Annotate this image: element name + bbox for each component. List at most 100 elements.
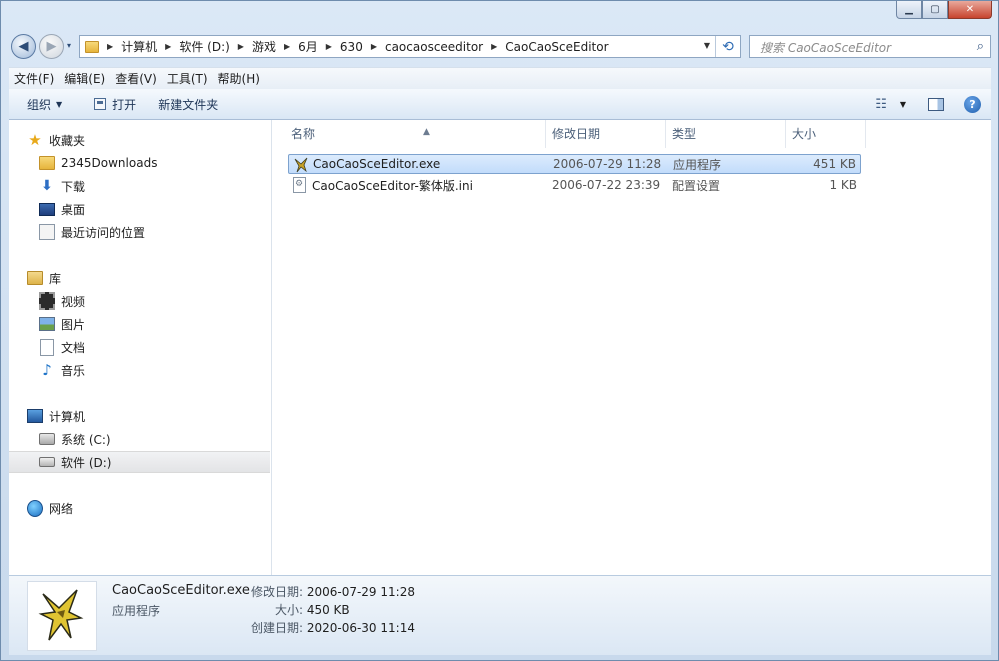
chevron-right-icon[interactable]: ▶ bbox=[371, 42, 377, 51]
forward-button[interactable]: ▶ bbox=[39, 34, 64, 59]
sidebar-group-label: 网络 bbox=[49, 501, 74, 516]
recent-pages-dropdown[interactable]: ▾ bbox=[67, 41, 71, 50]
organize-button[interactable]: 组织 ▼ bbox=[21, 93, 68, 116]
chevron-right-icon[interactable]: ▶ bbox=[284, 42, 290, 51]
details-file-type: 应用程序 bbox=[112, 604, 161, 618]
minimize-button[interactable]: ▁ bbox=[896, 1, 922, 19]
column-header-label: 大小 bbox=[792, 127, 817, 141]
details-size-label: 大小: bbox=[274, 603, 303, 617]
star-icon: ★ bbox=[28, 131, 42, 149]
back-button[interactable]: ◀ bbox=[11, 34, 36, 59]
sidebar-item-videos[interactable]: 视频 bbox=[9, 290, 300, 312]
column-header-label: 名称 bbox=[291, 127, 316, 141]
sidebar-item-pictures[interactable]: 图片 bbox=[9, 313, 300, 335]
details-modified-label: 修改日期: bbox=[250, 585, 303, 599]
sort-ascending-icon: ▲ bbox=[423, 127, 430, 137]
details-created-label: 创建日期: bbox=[250, 621, 303, 635]
sidebar-group-network[interactable]: 网络 bbox=[9, 497, 288, 519]
title-bar: ▁ ▢ ✕ bbox=[1, 1, 998, 31]
chevron-right-icon[interactable]: ▶ bbox=[107, 42, 113, 51]
chevron-right-icon[interactable]: ▶ bbox=[491, 42, 497, 51]
chevron-right-icon[interactable]: ▶ bbox=[165, 42, 171, 51]
breadcrumb-item-computer[interactable]: 计算机 bbox=[121, 38, 157, 55]
new-folder-button[interactable]: 新建文件夹 bbox=[152, 93, 224, 116]
breadcrumb-item-drive-d[interactable]: 软件 (D:) bbox=[179, 38, 229, 55]
sidebar-item-label: 文档 bbox=[61, 340, 86, 355]
maximize-button[interactable]: ▢ bbox=[922, 1, 948, 19]
chevron-down-icon: ▼ bbox=[56, 99, 63, 109]
column-header-type[interactable]: 类型 bbox=[666, 120, 786, 148]
sidebar-item-downloads[interactable]: ⬇ 下载 bbox=[9, 175, 300, 197]
details-modified: 修改日期: 2006-07-29 11:28 bbox=[247, 583, 415, 600]
file-row[interactable]: CaoCaoSceEditor-繁体版.ini 2006-07-22 23:39… bbox=[288, 175, 861, 195]
sidebar-group-label: 收藏夹 bbox=[49, 133, 86, 148]
command-bar: 组织 ▼ 打开 新建文件夹 ☷ ▼ ? bbox=[9, 89, 991, 120]
details-file-name: CaoCaoSceEditor.exe bbox=[112, 583, 250, 598]
sidebar-item-desktop[interactable]: 桌面 bbox=[9, 198, 300, 220]
drive-icon bbox=[39, 457, 55, 467]
details-size: 大小: 450 KB bbox=[247, 601, 350, 618]
sidebar-group-favorites[interactable]: ★ 收藏夹 bbox=[9, 129, 288, 151]
sidebar-item-drive-d[interactable]: 软件 (D:) bbox=[9, 451, 270, 473]
change-view-icon[interactable]: ☷ bbox=[875, 97, 887, 112]
open-button[interactable]: 打开 bbox=[88, 93, 142, 116]
video-icon bbox=[39, 292, 55, 310]
folder-icon bbox=[39, 156, 55, 170]
column-header-size[interactable]: 大小 bbox=[786, 120, 866, 148]
menu-edit[interactable]: 编辑(E) bbox=[59, 70, 110, 87]
address-history-dropdown[interactable]: ▼ bbox=[704, 41, 710, 50]
breadcrumb-item-630[interactable]: 630 bbox=[340, 40, 363, 54]
sidebar-item-2345downloads[interactable]: 2345Downloads bbox=[9, 152, 300, 174]
search-icon[interactable]: ⌕ bbox=[977, 39, 984, 54]
help-icon[interactable]: ? bbox=[964, 95, 981, 113]
breadcrumb-item-current[interactable]: CaoCaoSceEditor bbox=[505, 40, 608, 54]
sidebar-group-label: 计算机 bbox=[49, 409, 86, 424]
breadcrumb: 计算机 ▶ 软件 (D:) ▶ 游戏 ▶ 6月 ▶ 630 ▶ caocaosc… bbox=[121, 38, 608, 55]
chevron-right-icon[interactable]: ▶ bbox=[238, 42, 244, 51]
details-pane: CaoCaoSceEditor.exe 应用程序 修改日期: 2006-07-2… bbox=[9, 575, 991, 655]
file-row[interactable]: CaoCaoSceEditor.exe 2006-07-29 11:28 应用程… bbox=[288, 154, 861, 174]
new-folder-label: 新建文件夹 bbox=[158, 97, 219, 112]
recent-places-icon bbox=[39, 224, 55, 240]
column-headers: 名称 ▲ 修改日期 类型 大小 bbox=[272, 120, 991, 148]
sidebar-group-libraries[interactable]: 库 bbox=[9, 267, 288, 289]
address-bar[interactable]: ▶ 计算机 ▶ 软件 (D:) ▶ 游戏 ▶ 6月 ▶ 630 ▶ caocao… bbox=[79, 35, 741, 58]
breadcrumb-item-caocaosceeditor[interactable]: caocaosceeditor bbox=[385, 40, 483, 54]
sidebar-item-drive-c[interactable]: 系统 (C:) bbox=[9, 428, 300, 450]
sidebar-item-documents[interactable]: 文档 bbox=[9, 336, 300, 358]
menu-tools[interactable]: 工具(T) bbox=[162, 70, 213, 87]
column-header-label: 类型 bbox=[672, 127, 697, 141]
app-icon bbox=[38, 589, 84, 641]
column-header-modified[interactable]: 修改日期 bbox=[546, 120, 666, 148]
column-header-label: 修改日期 bbox=[552, 127, 601, 141]
chevron-right-icon[interactable]: ▶ bbox=[326, 42, 332, 51]
menu-help[interactable]: 帮助(H) bbox=[213, 70, 265, 87]
open-icon bbox=[94, 98, 107, 110]
menu-file[interactable]: 文件(F) bbox=[9, 70, 59, 87]
sidebar-group-computer[interactable]: 计算机 bbox=[9, 405, 288, 427]
open-label: 打开 bbox=[112, 97, 137, 112]
libraries-icon bbox=[27, 271, 43, 285]
file-list: 名称 ▲ 修改日期 类型 大小 CaoCaoSceEditor.exe 2006… bbox=[272, 120, 991, 575]
sidebar-item-label: 2345Downloads bbox=[61, 156, 158, 170]
sidebar-item-label: 软件 (D:) bbox=[61, 455, 112, 470]
music-note-icon: ♪ bbox=[42, 361, 52, 379]
refresh-button[interactable]: ⟲ bbox=[715, 36, 740, 57]
toolbar-right: ☷ ▼ ? bbox=[875, 89, 981, 119]
preview-pane-icon[interactable] bbox=[928, 97, 944, 111]
breadcrumb-item-june[interactable]: 6月 bbox=[298, 38, 318, 55]
sidebar-item-recent-places[interactable]: 最近访问的位置 bbox=[9, 221, 300, 243]
chevron-down-icon[interactable]: ▼ bbox=[900, 100, 906, 109]
close-button[interactable]: ✕ bbox=[948, 1, 992, 19]
sidebar-item-label: 音乐 bbox=[61, 363, 86, 378]
breadcrumb-item-games[interactable]: 游戏 bbox=[252, 38, 276, 55]
file-size: 1 KB bbox=[829, 178, 857, 192]
sidebar-item-label: 图片 bbox=[61, 317, 86, 332]
file-type: 应用程序 bbox=[673, 157, 722, 172]
menu-view[interactable]: 查看(V) bbox=[110, 70, 162, 87]
column-header-name[interactable]: 名称 ▲ bbox=[285, 120, 546, 148]
search-input[interactable] bbox=[758, 37, 967, 58]
folder-icon bbox=[85, 40, 99, 53]
network-icon bbox=[27, 499, 43, 517]
sidebar-item-music[interactable]: ♪ 音乐 bbox=[9, 359, 300, 381]
